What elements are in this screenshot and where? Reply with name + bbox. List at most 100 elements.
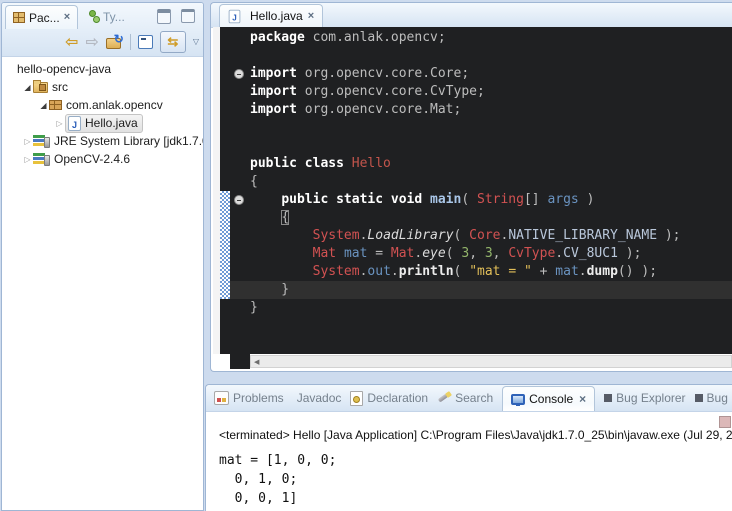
- code-token: import: [250, 84, 297, 99]
- tab-type-hierarchy[interactable]: Ty...: [82, 5, 132, 28]
- close-icon[interactable]: ×: [579, 393, 586, 405]
- src-folder-icon: [33, 82, 48, 93]
- code-token: );: [657, 228, 680, 243]
- tab-package-explorer[interactable]: Pac... ×: [5, 5, 78, 29]
- code-token: {: [250, 174, 258, 189]
- close-icon[interactable]: ×: [64, 12, 70, 23]
- code-token: public class: [250, 156, 344, 171]
- code-token: out: [367, 264, 390, 279]
- back-arrow-icon[interactable]: ⇦: [65, 34, 78, 50]
- tree-collapsed-arrow-icon[interactable]: ▷: [22, 137, 33, 146]
- minimize-icon[interactable]: [157, 9, 171, 24]
- code-line[interactable]: public class Hello: [250, 155, 732, 173]
- code-token: Mat: [391, 246, 414, 261]
- code-token: .: [391, 264, 399, 279]
- tree-item-com-anlak-opencv[interactable]: ◢com.anlak.opencv: [2, 96, 203, 114]
- collapse-all-icon[interactable]: [138, 35, 153, 49]
- code-token: eye: [422, 246, 445, 261]
- code-token: Mat: [313, 246, 336, 261]
- console-panel: Problems Javadoc Declaration Search Console ×…: [205, 384, 732, 511]
- code-line[interactable]: Mat mat = Mat.eye( 3, 3, CvType.CV_8UC1 …: [250, 245, 732, 263]
- console-output: mat = [1, 0, 0; 0, 1, 0; 0, 0, 1]: [219, 451, 732, 508]
- tree-item-src[interactable]: ◢src: [2, 78, 203, 96]
- code-line[interactable]: [250, 137, 732, 155]
- code-token: com.anlak.opencv;: [305, 30, 446, 45]
- scroll-left-icon[interactable]: ◀: [254, 358, 259, 366]
- fold-collapse-icon[interactable]: [234, 69, 244, 79]
- link-with-editor-icon[interactable]: ⇆: [160, 31, 186, 53]
- tree-item-jre-system-library-jdk1-7-0-25-[interactable]: ▷JRE System Library [jdk1.7.0_25]: [2, 132, 203, 150]
- code-token: CvType: [508, 246, 555, 261]
- code-line[interactable]: package com.anlak.opencv;: [250, 29, 732, 47]
- console-tab-label: Bug: [707, 391, 728, 405]
- tab-problems[interactable]: Problems: [214, 391, 284, 405]
- code-line[interactable]: {: [250, 173, 732, 191]
- horizontal-scrollbar[interactable]: ◀: [250, 355, 732, 368]
- code-token: [336, 246, 344, 261]
- code-line[interactable]: System.out.println( "mat = " + mat.dump(…: [250, 263, 732, 281]
- code-line[interactable]: public static void main( String[] args ): [250, 191, 732, 209]
- code-token: ): [579, 192, 595, 207]
- console-tab-row: Problems Javadoc Declaration Search Console ×…: [206, 385, 732, 411]
- tree-collapsed-arrow-icon[interactable]: ▷: [22, 155, 33, 164]
- code-line[interactable]: [250, 47, 732, 65]
- code-token: org.opencv.core.Core;: [297, 66, 469, 81]
- tab-console[interactable]: Console ×: [502, 386, 595, 411]
- tab-bug[interactable]: Bug: [695, 391, 728, 405]
- tree-collapsed-arrow-icon[interactable]: ▷: [54, 119, 65, 128]
- tab-hello-java[interactable]: Hello.java ×: [219, 4, 323, 27]
- console-icon: [511, 394, 525, 405]
- code-token: );: [618, 246, 641, 261]
- eclipse-window: Pac... × Ty... ⇦ ⇨ ⇆ ▽: [0, 0, 732, 511]
- editor-panel: Hello.java × package com.anlak.opencv; i…: [210, 2, 732, 372]
- package-explorer-titlebar: Pac... × Ty... ⇦ ⇨ ⇆ ▽: [2, 3, 203, 57]
- forward-arrow-icon[interactable]: ⇨: [85, 34, 98, 50]
- maximize-icon[interactable]: [181, 9, 195, 23]
- code-token: (: [446, 246, 462, 261]
- close-icon[interactable]: ×: [308, 11, 314, 22]
- tab-declaration[interactable]: Declaration: [350, 391, 428, 406]
- tree-item-hello-java[interactable]: ▷Hello.java: [2, 114, 203, 132]
- code-line[interactable]: [250, 119, 732, 137]
- code-line[interactable]: {: [250, 209, 732, 227]
- tree-expanded-arrow-icon[interactable]: ◢: [22, 83, 33, 92]
- code-token: [250, 264, 313, 279]
- code-token: org.opencv.core.Mat;: [297, 102, 461, 117]
- code-token: ,: [469, 246, 485, 261]
- tree-item-label: OpenCV-2.4.6: [54, 152, 130, 166]
- tree-item-hello-opencv-java[interactable]: hello-opencv-java: [2, 60, 203, 78]
- problems-icon: [214, 391, 229, 405]
- tree-expanded-arrow-icon[interactable]: ◢: [38, 101, 49, 110]
- console-toolbar-partial-icon[interactable]: [719, 416, 731, 428]
- editor-body[interactable]: package com.anlak.opencv; import org.ope…: [213, 27, 732, 369]
- tree-item-opencv-2-4-6[interactable]: ▷ OpenCV-2.4.6: [2, 150, 203, 168]
- editor-vertical-ruler: [213, 27, 220, 354]
- code-token: org.opencv.core.CvType;: [297, 84, 485, 99]
- package-explorer-tab-row: Pac... × Ty...: [2, 3, 203, 29]
- refresh-folder-icon[interactable]: [106, 35, 123, 50]
- code-token: {: [281, 210, 289, 225]
- code-token: System: [313, 264, 360, 279]
- code-line[interactable]: import org.opencv.core.Mat;: [250, 101, 732, 119]
- console-status-line: <terminated> Hello [Java Application] C:…: [219, 428, 732, 442]
- code-area[interactable]: package com.anlak.opencv; import org.ope…: [250, 29, 732, 317]
- view-menu-icon[interactable]: ▽: [193, 38, 199, 46]
- console-tabbar: Problems Javadoc Declaration Search Console ×…: [206, 385, 732, 412]
- code-line[interactable]: }: [230, 281, 732, 299]
- type-hierarchy-icon: [89, 10, 99, 23]
- tab-javadoc[interactable]: Javadoc: [293, 391, 342, 405]
- code-line[interactable]: import org.opencv.core.CvType;: [250, 83, 732, 101]
- code-token: System: [313, 228, 360, 243]
- console-tab-label: Declaration: [367, 391, 428, 405]
- code-line[interactable]: System.LoadLibrary( Core.NATIVE_LIBRARY_…: [250, 227, 732, 245]
- code-token: .: [579, 264, 587, 279]
- fold-collapse-icon[interactable]: [234, 195, 244, 205]
- tab-bug-explorer[interactable]: Bug Explorer: [604, 391, 685, 405]
- code-line[interactable]: import org.opencv.core.Core;: [250, 65, 732, 83]
- console-tab-label: Console: [529, 392, 573, 406]
- tab-type-hierarchy-label: Ty...: [103, 10, 125, 24]
- tab-search[interactable]: Search: [437, 391, 493, 405]
- console-content[interactable]: <terminated> Hello [Java Application] C:…: [207, 412, 732, 511]
- code-line[interactable]: }: [250, 299, 732, 317]
- code-token: main: [430, 192, 461, 207]
